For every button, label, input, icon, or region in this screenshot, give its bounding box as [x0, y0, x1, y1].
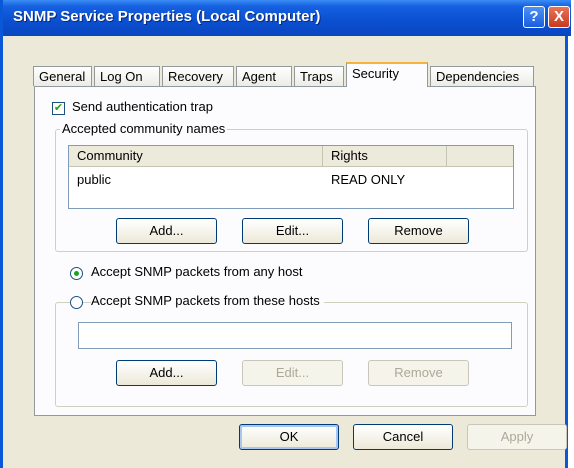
close-icon: X — [553, 8, 564, 25]
cancel-button[interactable]: Cancel — [353, 424, 453, 450]
tab-recovery[interactable]: Recovery — [162, 66, 234, 86]
community-add-button[interactable]: Add... — [116, 218, 217, 244]
tab-traps[interactable]: Traps — [294, 66, 344, 86]
rights-cell[interactable]: READ ONLY — [331, 172, 405, 187]
checkmark-icon: ✔ — [53, 102, 64, 114]
hosts-add-button[interactable]: Add... — [116, 360, 217, 386]
column-community[interactable]: Community — [69, 146, 323, 166]
accept-any-host-label: Accept SNMP packets from any host — [91, 264, 303, 279]
hosts-edit-button[interactable]: Edit... — [242, 360, 343, 386]
accept-these-hosts-radio[interactable] — [70, 296, 83, 309]
community-group-label: Accepted community names — [60, 121, 228, 136]
column-rights[interactable]: Rights — [323, 146, 447, 166]
hosts-group — [55, 302, 528, 407]
tab-security[interactable]: Security — [346, 62, 428, 87]
community-edit-button[interactable]: Edit... — [242, 218, 343, 244]
title-bar[interactable]: SNMP Service Properties (Local Computer)… — [3, 0, 571, 36]
send-auth-trap-checkbox[interactable]: ✔ — [52, 102, 65, 115]
tab-dependencies[interactable]: Dependencies — [430, 66, 534, 86]
community-cell[interactable]: public — [77, 172, 111, 187]
ok-button[interactable]: OK — [239, 424, 339, 450]
hosts-remove-button[interactable]: Remove — [368, 360, 469, 386]
hosts-list[interactable] — [78, 322, 512, 349]
community-remove-button[interactable]: Remove — [368, 218, 469, 244]
accept-these-hosts-label: Accept SNMP packets from these hosts — [91, 293, 324, 308]
send-auth-trap-label: Send authentication trap — [72, 99, 213, 114]
community-list-header: Community Rights — [69, 146, 513, 167]
window-title: SNMP Service Properties (Local Computer) — [13, 8, 321, 25]
radio-dot-icon — [74, 271, 79, 276]
apply-button[interactable]: Apply — [467, 424, 567, 450]
tab-general[interactable]: General — [33, 66, 92, 86]
help-icon: ? — [529, 8, 539, 25]
tab-agent[interactable]: Agent — [236, 66, 292, 86]
accept-any-host-radio[interactable] — [70, 267, 83, 280]
tab-log-on[interactable]: Log On — [94, 66, 160, 86]
help-button[interactable]: ? — [523, 6, 545, 28]
community-list[interactable]: Community Rights public READ ONLY — [68, 145, 514, 209]
close-button[interactable]: X — [548, 6, 570, 28]
